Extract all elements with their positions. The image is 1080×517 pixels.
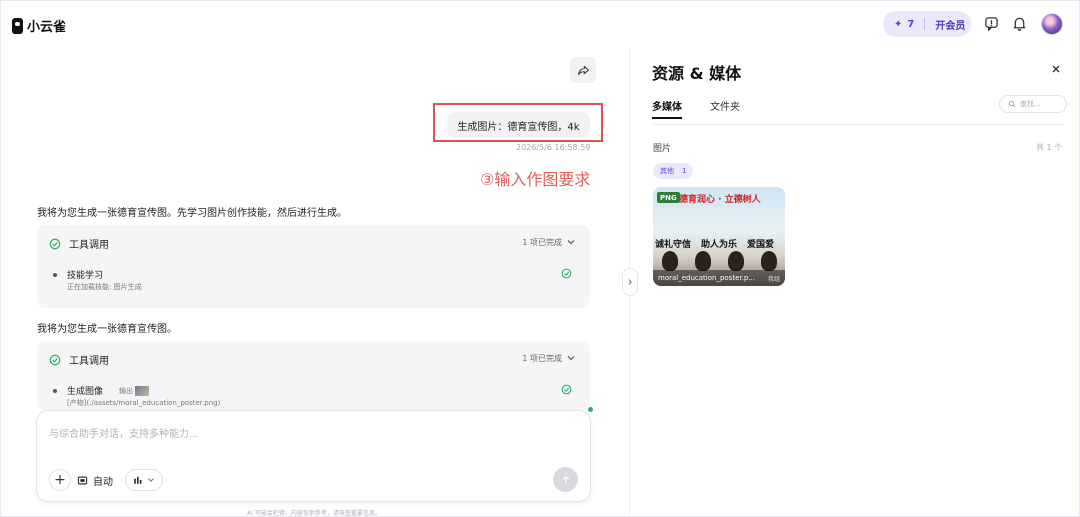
vip-button[interactable]: 开会员 — [935, 17, 965, 32]
panel-title: 资源 & 媒体 — [652, 64, 742, 83]
search-placeholder: 查找... — [1020, 100, 1041, 108]
chip-count: 1 — [682, 167, 687, 175]
collapse-panel-button[interactable] — [622, 268, 638, 296]
output-thumbnail[interactable] — [135, 385, 150, 396]
tool-card-title: 工具调用 — [69, 356, 109, 367]
bars-icon — [134, 476, 142, 484]
poster-title: 德育润心 · 立德树人 — [679, 195, 761, 205]
tool-step: 生成图像 输出 — [53, 384, 150, 397]
tool-call-card[interactable]: 工具调用 1 项已完成 生成图像 输出 [产物](./assets/moral_… — [37, 341, 590, 410]
disclaimer-text: AI 可能会犯错，内容仅供参考，请核查重要信息。 — [247, 510, 381, 517]
check-circle-icon — [49, 354, 61, 365]
section-label: 图片 — [653, 144, 672, 154]
tool-card-status: 1 项已完成 — [522, 238, 562, 247]
share-button[interactable] — [570, 57, 596, 83]
send-button[interactable] — [553, 467, 578, 492]
mode-icon — [77, 476, 88, 484]
search-input[interactable]: 查找... — [999, 95, 1067, 113]
share-icon — [577, 65, 589, 75]
annotation-label: ③输入作图要求 — [480, 170, 591, 189]
tab-folders[interactable]: 文件夹 — [710, 98, 740, 113]
media-source: 我组 — [767, 275, 780, 283]
active-tab-indicator — [652, 117, 682, 119]
mode-selector[interactable]: 自动 — [77, 469, 113, 491]
person-figure — [727, 251, 744, 271]
arrow-up-icon — [562, 475, 569, 484]
step-check-icon — [561, 268, 572, 279]
assistant-message: 我将为您生成一张德育宣传图。 — [37, 324, 177, 335]
highlight-box — [433, 103, 603, 142]
tool-card-header: 工具调用 — [49, 352, 109, 367]
message-timestamp: 2026/5/6 16:58:59 — [516, 143, 591, 152]
add-attachment-button[interactable]: + — [49, 469, 71, 491]
model-selector[interactable] — [125, 469, 163, 491]
close-icon[interactable] — [1051, 64, 1061, 74]
file-type-badge: PNG — [657, 192, 680, 203]
search-icon — [1008, 100, 1016, 108]
top-bar: 小云雀 ✦ 7 开会员 — [0, 0, 1080, 48]
filter-chip-other[interactable]: 其他 1 — [653, 163, 694, 179]
user-avatar[interactable] — [1041, 13, 1063, 35]
person-figure — [760, 251, 777, 271]
assistant-message: 我将为您生成一张德育宣传图。先学习图片创作技能，然后进行生成。 — [37, 208, 347, 219]
chevron-down-icon[interactable] — [566, 237, 576, 247]
tool-step-label: 生成图像 — [67, 387, 104, 397]
tool-card-status: 1 项已完成 — [522, 354, 562, 363]
check-circle-icon — [49, 238, 61, 249]
credits-count: 7 — [907, 18, 915, 30]
pill-divider — [924, 18, 926, 30]
app-logo[interactable]: 小云雀 — [12, 16, 66, 35]
person-figure — [661, 251, 678, 271]
tool-step-detail[interactable]: [产物](./assets/moral_education_poster.png… — [67, 398, 220, 408]
tool-step: 技能学习 — [53, 268, 103, 281]
step-check-icon — [561, 384, 572, 395]
tool-card-header: 工具调用 — [49, 236, 109, 251]
chip-label: 其他 — [660, 167, 674, 175]
bullet-dot — [53, 272, 57, 277]
chevron-down-icon — [148, 478, 154, 482]
tab-divider — [652, 124, 1064, 125]
tool-step-detail: 正在加载技能: 图片生成 — [67, 283, 142, 291]
logo-icon — [12, 17, 23, 34]
person-figure — [694, 251, 711, 271]
media-thumbnail[interactable]: PNG 德育润心 · 立德树人 诚礼守信 助人为乐 爱国爱 moral_educ… — [653, 187, 785, 286]
chevron-down-icon[interactable] — [566, 353, 576, 363]
media-caption: moral_education_poster.p... 我组 — [653, 270, 785, 286]
credits-vip-pill[interactable]: ✦ 7 开会员 — [883, 11, 971, 37]
poster-people — [653, 247, 785, 271]
app-name: 小云雀 — [27, 20, 67, 35]
chat-composer[interactable]: 与综合助手对话，支持多种能力... + 自动 — [36, 410, 591, 502]
tool-card-title: 工具调用 — [69, 240, 109, 251]
mode-label: 自动 — [93, 476, 113, 488]
tool-step-label: 技能学习 — [67, 271, 104, 281]
feedback-icon[interactable] — [983, 15, 999, 31]
tab-multimedia[interactable]: 多媒体 — [652, 98, 682, 113]
section-count: 共 1 个 — [1036, 143, 1063, 152]
tool-call-card[interactable]: 工具调用 1 项已完成 技能学习 正在加载技能: 图片生成 — [37, 225, 590, 308]
composer-input[interactable]: 与综合助手对话，支持多种能力... — [49, 425, 199, 440]
spark-icon: ✦ — [894, 18, 903, 30]
output-label: 输出 — [119, 385, 150, 396]
bell-icon[interactable] — [1011, 15, 1027, 31]
status-dot — [588, 407, 593, 412]
bullet-dot — [53, 388, 57, 393]
media-filename: moral_education_poster.p... — [658, 274, 755, 282]
chevron-right-icon — [628, 279, 632, 285]
